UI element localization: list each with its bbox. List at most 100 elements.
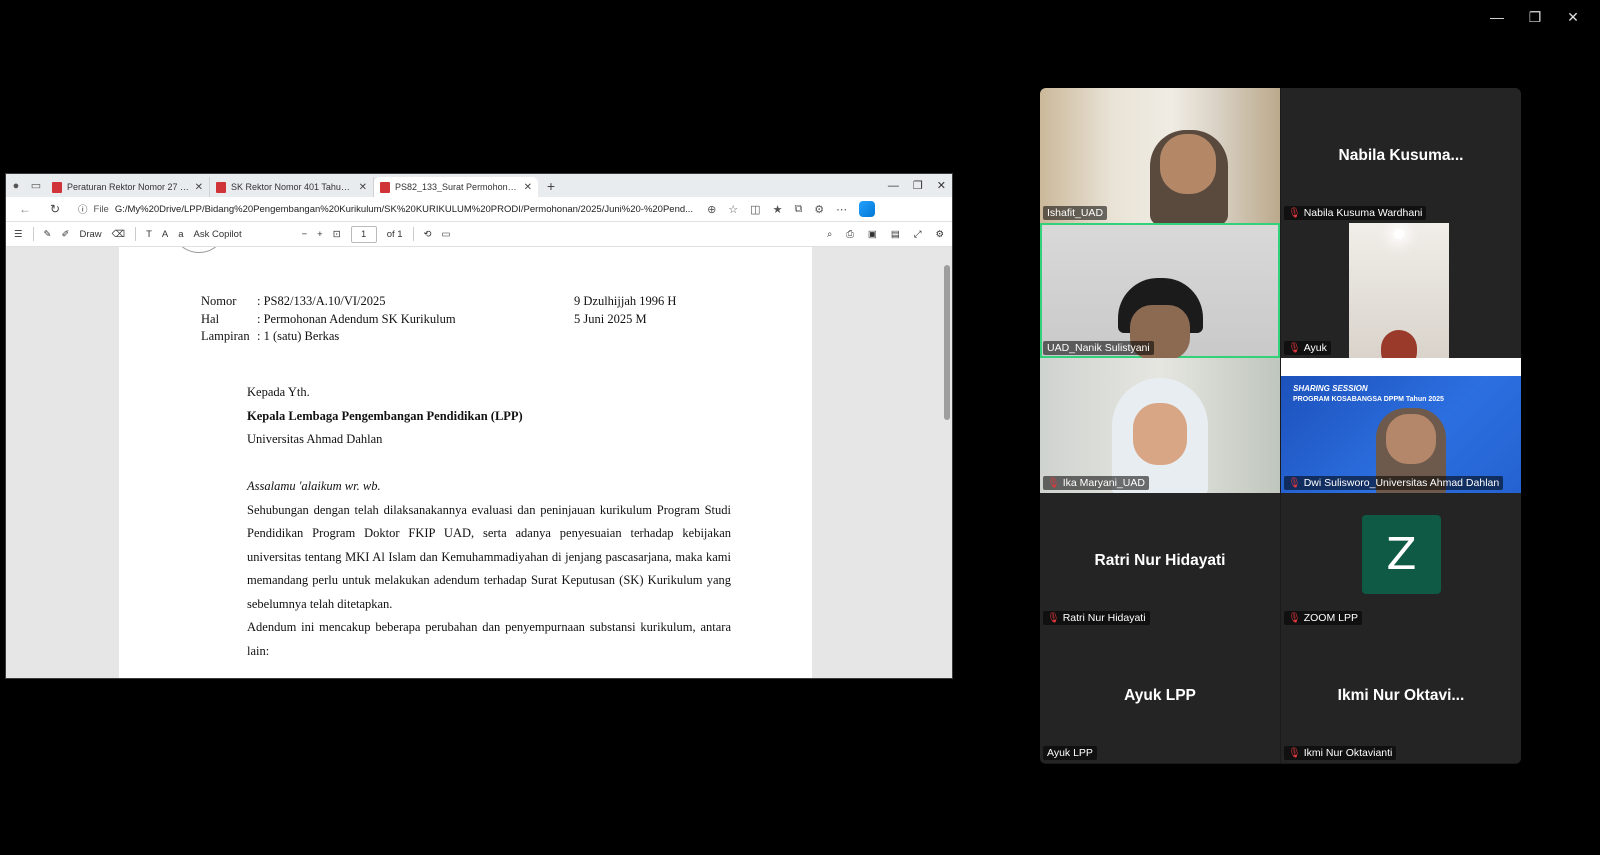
avatar: Z [1362,515,1441,594]
tab-close-icon[interactable]: ✕ [524,182,532,193]
participant-tile-active-speaker[interactable]: UAD_Nanik Sulistyani [1040,223,1280,358]
contents-icon[interactable]: ☰ [14,229,23,240]
participant-label: 🎙 Ikmi Nur Oktavianti [1284,746,1397,760]
fullscreen-icon[interactable]: ⤢ [914,229,922,240]
hal-value: : Permohonan Adendum SK Kurikulum [257,311,456,326]
video-face [1133,403,1187,465]
tab-actions-icon[interactable]: ▭ [26,174,46,197]
participant-name: Ikmi Nur Oktavianti [1303,747,1393,759]
tab-title: Peraturan Rektor Nomor 27 Tahun [67,182,190,192]
collections-icon[interactable]: ⧉ [794,203,802,216]
pdf-file-icon [52,181,62,193]
participant-tile[interactable]: Ratri Nur Hidayati 🎙 Ratri Nur Hidayati [1040,493,1280,628]
participant-name: Nabila Kusuma Wardhani [1303,207,1423,219]
participant-display-name: Nabila Kusuma... [1338,146,1464,164]
split-screen-icon[interactable]: ◫ [750,203,760,216]
copilot-icon[interactable] [859,201,876,217]
greeting: Kepada Yth. [247,385,310,399]
date-hijri: 9 Dzulhijjah 1996 H [574,294,677,308]
zoom-out-button[interactable]: − [302,229,308,240]
browser-tab-3-active[interactable]: PS82_133_Surat Permohonan Ad ✕ [374,177,538,197]
lampiran-label: Lampiran [201,329,250,343]
page-number-input[interactable]: 1 [350,225,377,243]
minimize-button[interactable]: — [1478,6,1516,28]
rotate-icon[interactable]: ⟲ [424,229,432,240]
participant-display-name: Ratri Nur Hidayati [1094,551,1226,569]
participant-label: 🎙 Ayuk [1284,341,1331,355]
divider [32,227,34,241]
refresh-icon[interactable]: ↻ [40,202,70,216]
zoom-meeting-window: — ❐ ✕ ● ▭ Peraturan Rektor Nomor 27 Tahu… [0,0,1600,855]
participant-name: Ayuk LPP [1047,747,1093,759]
url-scheme: File [93,203,109,215]
page-view-icon[interactable]: ▭ [442,229,451,240]
participant-name: Ika Maryani_UAD [1062,477,1145,489]
highlight-icon[interactable]: ✎ [44,229,52,240]
close-button[interactable]: ✕ [1554,6,1592,28]
participant-tile[interactable]: 🎙 Ika Maryani_UAD [1040,358,1280,493]
shared-screen: ● ▭ Peraturan Rektor Nomor 27 Tahun ✕ SK… [5,173,953,679]
participant-display-name: Ikmi Nur Oktavi... [1337,686,1465,704]
favorite-star-icon[interactable]: ☆ [728,203,738,216]
favorites-icon[interactable]: ★ [773,203,783,216]
recipient: Kepala Lembaga Pengembangan Pendidikan (… [247,408,523,423]
mic-muted-icon: 🎙 [1047,612,1060,624]
settings-icon[interactable]: ⚙ [935,229,944,240]
scrollbar-thumb[interactable] [944,265,950,420]
participant-tile[interactable]: SHARING SESSION PROGRAM KOSABANGSA DPPM … [1281,358,1521,493]
mic-muted-icon: 🎙 [1047,477,1060,489]
video-person [1381,330,1417,358]
profile-icon[interactable]: ● [6,174,26,197]
participant-tile[interactable]: Ayuk LPP Ayuk LPP [1040,628,1280,763]
extensions-icon[interactable]: ⚙ [814,203,824,216]
pdf-page: Nomor: PS82/133/A.10/VI/2025 Hal: Permoh… [119,247,812,678]
print-icon[interactable]: ⎙ [846,229,854,240]
participant-tile[interactable]: Ikmi Nur Oktavi... 🎙 Ikmi Nur Oktavianti [1281,628,1521,763]
browser-close-icon[interactable]: ✕ [937,179,946,192]
zoom-icon[interactable]: ⊕ [707,203,716,216]
read-aloud-icon[interactable]: A [162,229,168,240]
text-icon[interactable]: T [146,229,152,240]
search-icon[interactable]: ⌕ [827,229,832,240]
paragraph-1: Sehubungan dengan telah dilaksanakannya … [247,502,731,611]
participant-label: UAD_Nanik Sulistyani [1043,341,1154,355]
letter-body: Kepada Yth. Kepala Lembaga Pengembangan … [247,381,731,663]
participant-tile[interactable]: 🎙 Ayuk [1281,223,1521,358]
browser-minimize-icon[interactable]: — [888,180,899,192]
mic-muted-icon: 🎙 [1288,342,1301,354]
participant-label: 🎙 Nabila Kusuma Wardhani [1284,206,1427,220]
participant-label: Ishafit_UAD [1043,206,1108,220]
browser-tab-1[interactable]: Peraturan Rektor Nomor 27 Tahun ✕ [46,177,210,197]
fit-page-icon[interactable]: ⊡ [333,229,341,240]
draw-icon[interactable]: ✐ [62,229,70,240]
restore-button[interactable]: ❐ [1516,6,1554,28]
draw-button[interactable]: Draw [79,229,101,240]
slide-header [1281,358,1521,376]
new-tab-button[interactable]: + [538,178,564,194]
tab-close-icon[interactable]: ✕ [359,182,367,193]
tab-close-icon[interactable]: ✕ [195,182,203,193]
save-as-icon[interactable]: ▤ [891,229,900,240]
ask-copilot-button[interactable]: Ask Copilot [194,229,242,240]
browser-tab-bar: ● ▭ Peraturan Rektor Nomor 27 Tahun ✕ SK… [6,174,952,197]
institution: Universitas Ahmad Dahlan [247,432,383,446]
video-face [1386,414,1436,464]
more-icon[interactable]: ⋯ [836,203,847,216]
erase-icon[interactable]: ⌫ [112,229,125,240]
address-bar-icons: ⊕ ☆ ◫ ★ ⧉ ⚙ ⋯ [707,201,876,217]
participant-tile[interactable]: Z 🎙 ZOOM LPP [1281,493,1521,628]
save-icon[interactable]: ▣ [868,229,877,240]
back-icon[interactable]: ← [10,202,40,216]
translate-icon[interactable]: a [178,229,183,240]
browser-tab-2[interactable]: SK Rektor Nomor 401 Tahun 202 ✕ [210,177,374,197]
participant-tile[interactable]: Nabila Kusuma... 🎙 Nabila Kusuma Wardhani [1281,88,1521,223]
nomor-value: : PS82/133/A.10/VI/2025 [257,294,386,308]
zoom-in-button[interactable]: + [317,229,323,240]
pdf-viewer[interactable]: Nomor: PS82/133/A.10/VI/2025 Hal: Permoh… [6,247,952,678]
url-field[interactable]: ⓘ File G:/My%20Drive/LPP/Bidang%20Pengem… [70,200,701,219]
participant-tile[interactable]: Ishafit_UAD [1040,88,1280,223]
letterhead-seal [171,247,227,253]
video-lamp [1394,229,1404,239]
browser-restore-icon[interactable]: ❐ [913,179,923,192]
address-bar: ← ↻ ⓘ File G:/My%20Drive/LPP/Bidang%20Pe… [6,197,952,222]
